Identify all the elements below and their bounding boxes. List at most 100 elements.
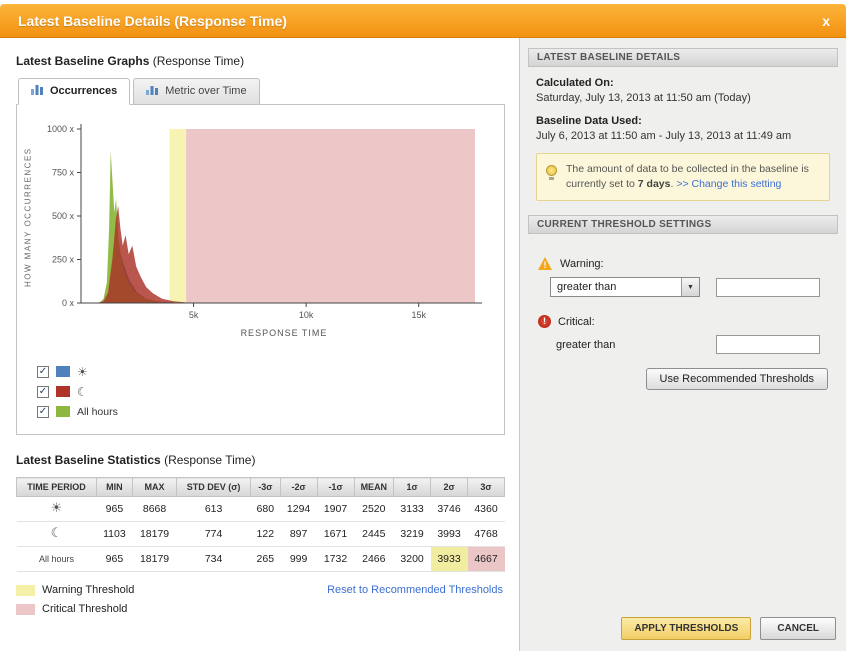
baseline-statistics-table: TIME PERIOD MIN MAX STD DEV (σ) -3σ -2σ -1σ MEA…: [16, 477, 505, 572]
moon-icon: ☾: [50, 526, 63, 541]
sun-icon: [77, 366, 88, 378]
stat-cell: 3746: [430, 496, 468, 522]
night-swatch: [56, 386, 70, 397]
graphs-heading: Latest Baseline Graphs (Response Time): [16, 54, 505, 68]
critical-label: Critical:: [558, 315, 595, 328]
tab-metric-over-time[interactable]: Metric over Time: [133, 78, 260, 105]
x-axis-title: RESPONSE TIME: [240, 328, 328, 338]
warning-threshold-label: Warning Threshold: [42, 584, 135, 596]
warning-icon: !: [538, 257, 553, 271]
stat-cell: 122: [250, 521, 281, 547]
table-row: ☀ 965 8668 613 680 1294 1907 2520 3133 3746 4360: [16, 496, 505, 522]
bar-chart-icon: [31, 84, 44, 98]
latest-baseline-details-header: LATEST BASELINE DETAILS: [528, 48, 838, 67]
line-chart-icon: [146, 84, 159, 98]
occurrences-chart: 0 x 250 x 500 x 750 x 1000 x 5k 10k 15k: [47, 124, 482, 320]
warning-operator-value: greater than: [557, 281, 617, 294]
svg-text:0 x: 0 x: [62, 298, 75, 308]
series-toggle-all-hours: All hours: [37, 404, 498, 419]
stat-cell: 1732: [317, 546, 354, 572]
critical-threshold-legend: Critical Threshold: [16, 603, 134, 615]
stat-cell: 4667: [467, 546, 505, 572]
period-cell: ☾: [16, 521, 97, 547]
occurrences-chart-box: HOW MANY OCCURRENCES 0 x 250 x 500 x 750 x 1…: [16, 104, 505, 435]
svg-text:750 x: 750 x: [52, 168, 75, 178]
stat-cell: 18179: [132, 521, 177, 547]
graphs-heading-suffix: (Response Time): [149, 54, 245, 68]
lightbulb-icon: [546, 165, 557, 180]
svg-text:10k: 10k: [299, 310, 314, 320]
tab-occurrences[interactable]: Occurrences: [18, 78, 131, 105]
column-header: TIME PERIOD: [16, 477, 97, 497]
column-header: MAX: [131, 477, 178, 497]
stat-cell: 3219: [393, 521, 431, 547]
baseline-note: The amount of data to be collected in th…: [536, 153, 830, 202]
reset-to-recommended-link[interactable]: Reset to Recommended Thresholds: [327, 584, 503, 622]
baseline-details-dialog: Latest Baseline Details (Response Time) …: [0, 0, 846, 652]
warning-label: Warning:: [560, 257, 604, 270]
sun-icon: ☀: [50, 501, 63, 516]
stat-cell: 897: [280, 521, 318, 547]
stat-cell: 3200: [393, 546, 431, 572]
apply-thresholds-button[interactable]: APPLY THRESHOLDS: [621, 617, 752, 640]
column-header: 1σ: [393, 477, 432, 497]
graphs-panel: Latest Baseline Graphs (Response Time) O…: [0, 38, 519, 651]
stat-cell: 965: [96, 546, 133, 572]
warning-threshold-input[interactable]: [716, 277, 820, 297]
day-checkbox[interactable]: [37, 365, 49, 378]
threshold-legend: Warning Threshold Critical Threshold: [16, 584, 134, 622]
use-recommended-thresholds-button[interactable]: Use Recommended Thresholds: [645, 368, 828, 391]
graphs-heading-bold: Latest Baseline Graphs: [16, 54, 150, 68]
stat-cell: 774: [176, 521, 251, 547]
chart-tabs: Occurrences Metric over Time: [16, 78, 505, 105]
warning-row: ! Warning:: [538, 257, 832, 271]
stat-cell: 4360: [467, 496, 505, 522]
stat-cell: 1671: [317, 521, 354, 547]
cancel-button[interactable]: CANCEL: [760, 617, 836, 640]
critical-threshold-label: Critical Threshold: [42, 603, 128, 615]
stat-cell: 965: [96, 496, 133, 522]
column-header: MIN: [95, 477, 133, 497]
y-axis-title: HOW MANY OCCURRENCES: [23, 147, 33, 287]
svg-text:1000 x: 1000 x: [47, 124, 75, 134]
stat-cell: 1294: [280, 496, 318, 522]
critical-row: ! Critical:: [538, 315, 832, 329]
calculated-on-value: Saturday, July 13, 2013 at 11:50 am (Tod…: [536, 92, 751, 104]
all-hours-swatch: [56, 406, 70, 417]
stat-cell: 3933: [430, 546, 468, 572]
stat-cell: 613: [176, 496, 251, 522]
calculated-on-label: Calculated On:: [536, 77, 614, 89]
warning-swatch: [16, 584, 35, 596]
all-hours-label: All hours: [77, 405, 118, 418]
statistics-heading: Latest Baseline Statistics (Response Tim…: [16, 453, 505, 467]
dialog-title: Latest Baseline Details (Response Time): [18, 12, 287, 29]
critical-threshold-input[interactable]: [716, 335, 820, 355]
svg-text:15k: 15k: [411, 310, 426, 320]
stat-cell: 4768: [467, 521, 505, 547]
dialog-footer: APPLY THRESHOLDS CANCEL: [528, 617, 838, 643]
stat-cell: 999: [280, 546, 318, 572]
chevron-down-icon: [681, 278, 699, 297]
stat-cell: 3133: [393, 496, 431, 522]
night-checkbox[interactable]: [37, 385, 49, 398]
stat-cell: 265: [250, 546, 281, 572]
stat-cell: 680: [250, 496, 281, 522]
critical-icon: !: [538, 315, 551, 329]
stat-cell: 734: [176, 546, 251, 572]
warning-operator-select[interactable]: greater than: [550, 277, 700, 298]
column-header: 2σ: [430, 477, 468, 497]
statistics-heading-bold: Latest Baseline Statistics: [16, 453, 161, 467]
day-swatch: [56, 366, 70, 377]
svg-text:250 x: 250 x: [52, 255, 75, 265]
stat-cell: 2445: [354, 521, 394, 547]
baseline-data-used-label: Baseline Data Used:: [536, 115, 642, 127]
moon-icon: [77, 386, 88, 398]
critical-swatch: [16, 603, 35, 615]
tab-metric-over-time-label: Metric over Time: [165, 85, 247, 97]
close-icon[interactable]: x: [820, 13, 832, 29]
current-threshold-settings-header: CURRENT THRESHOLD SETTINGS: [528, 215, 838, 235]
change-setting-link[interactable]: >> Change this setting: [676, 178, 781, 190]
tab-occurrences-label: Occurrences: [50, 85, 118, 97]
all-hours-checkbox[interactable]: [37, 405, 49, 418]
column-header: -3σ: [250, 477, 281, 497]
